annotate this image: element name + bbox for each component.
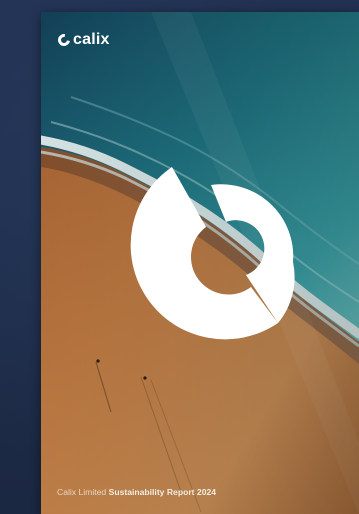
cover-photo-beach bbox=[41, 12, 359, 514]
logo-text: calix bbox=[73, 31, 110, 48]
report-title: Sustainability Report 2024 bbox=[108, 487, 217, 497]
calix-logo: calix bbox=[58, 31, 110, 49]
report-cover[interactable]: calix Calix Limited Sustainability Repor… bbox=[41, 12, 359, 514]
company-name: Calix Limited bbox=[57, 487, 107, 497]
cover-footer: Calix Limited Sustainability Report 2024 bbox=[57, 487, 216, 497]
calix-c-mark-icon bbox=[58, 34, 70, 46]
